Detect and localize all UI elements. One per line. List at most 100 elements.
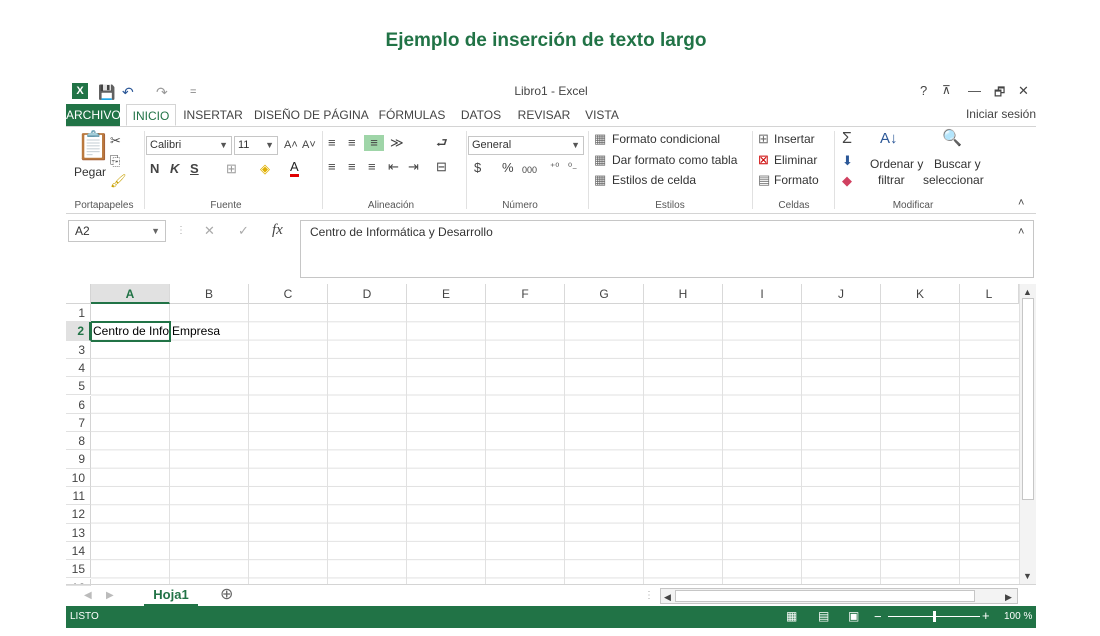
zoom-in-icon[interactable]: + <box>982 608 990 623</box>
cell-b2[interactable]: Empresa <box>172 322 248 340</box>
sign-in-link[interactable]: Iniciar sesión <box>966 107 1036 121</box>
zoom-out-icon[interactable]: − <box>874 609 882 624</box>
currency-button[interactable]: $ <box>474 160 481 176</box>
grow-font-icon[interactable]: A˄ <box>284 137 298 153</box>
row-header-1[interactable]: 1 <box>66 304 91 323</box>
decrease-decimal-icon[interactable]: ⁰₋ <box>568 160 577 176</box>
align-center-icon[interactable]: ≡ <box>348 159 356 175</box>
scroll-down-icon[interactable]: ▼ <box>1023 568 1032 584</box>
percent-button[interactable]: % <box>502 160 514 176</box>
font-color-icon[interactable]: A <box>290 160 299 177</box>
column-header-l[interactable]: L <box>960 284 1019 304</box>
tab-inicio[interactable]: INICIO <box>126 104 176 126</box>
name-box[interactable]: A2 ▼ <box>68 220 166 242</box>
cell-area[interactable]: Centro de Informática y Desarrollo Empre… <box>91 304 1019 584</box>
row-header-15[interactable]: 15 <box>66 560 91 579</box>
increase-decimal-icon[interactable]: ⁺⁰ <box>550 160 559 176</box>
shrink-font-icon[interactable]: A˅ <box>302 137 316 153</box>
wrap-text-icon[interactable]: ⮐ <box>436 135 448 151</box>
page-break-icon[interactable]: ▣ <box>848 609 859 623</box>
tab-diseno-pagina[interactable]: DISEÑO DE PÁGINA <box>254 104 369 126</box>
row-header-13[interactable]: 13 <box>66 523 91 542</box>
close-icon[interactable]: ✕ <box>1018 83 1029 99</box>
row-header-8[interactable]: 8 <box>66 432 91 451</box>
scroll-right-icon[interactable]: ▶ <box>1005 589 1012 605</box>
insert-cells-button[interactable]: Insertar <box>774 132 815 146</box>
column-header-g[interactable]: G <box>565 284 644 304</box>
tab-insertar[interactable]: INSERTAR <box>182 104 244 126</box>
h-scroll-thumb[interactable] <box>675 590 975 602</box>
sort-filter-line1[interactable]: Ordenar y <box>870 157 923 171</box>
thousands-button[interactable]: 000 <box>522 162 537 178</box>
tab-formulas[interactable]: FÓRMULAS <box>378 104 446 126</box>
align-left-icon[interactable]: ≡ <box>328 159 336 175</box>
tab-vista[interactable]: VISTA <box>582 104 622 126</box>
vertical-scrollbar[interactable]: ▲ ▼ <box>1019 284 1036 584</box>
number-format-combo[interactable]: General ▼ <box>468 136 584 155</box>
tab-revisar[interactable]: REVISAR <box>516 104 572 126</box>
formula-input[interactable]: Centro de Informática y Desarrollo <box>300 220 1034 278</box>
format-painter-icon[interactable]: 🖌 <box>110 173 127 189</box>
column-header-d[interactable]: D <box>328 284 407 304</box>
find-select-line2[interactable]: seleccionar <box>923 173 984 187</box>
align-right-icon[interactable]: ≡ <box>368 159 376 175</box>
row-header-11[interactable]: 11 <box>66 487 91 506</box>
help-icon[interactable]: ? <box>920 83 927 98</box>
copy-icon[interactable]: ⎘ <box>110 153 120 169</box>
zoom-slider-thumb[interactable] <box>933 611 936 622</box>
tab-datos[interactable]: DATOS <box>458 104 504 126</box>
horizontal-scrollbar[interactable]: ◀ ▶ <box>660 588 1018 604</box>
expand-formula-icon[interactable]: ˄ <box>1018 224 1024 240</box>
paste-icon[interactable]: 📋 <box>76 131 111 161</box>
row-header-7[interactable]: 7 <box>66 413 91 433</box>
page-layout-icon[interactable]: ▤ <box>818 609 829 623</box>
fill-icon[interactable]: ⬇ <box>842 153 853 169</box>
scroll-left-icon[interactable]: ◀ <box>664 589 671 605</box>
column-header-h[interactable]: H <box>644 284 723 304</box>
scroll-thumb[interactable] <box>1022 298 1034 500</box>
format-cells-button[interactable]: Formato <box>774 173 819 187</box>
delete-cells-button[interactable]: Eliminar <box>774 153 817 167</box>
row-header-14[interactable]: 14 <box>66 541 91 561</box>
row-header-3[interactable]: 3 <box>66 340 91 359</box>
enter-icon[interactable]: ✓ <box>238 223 249 239</box>
autosum-icon[interactable]: Σ <box>842 131 852 147</box>
tab-archivo[interactable]: ARCHIVO <box>66 104 121 126</box>
add-sheet-icon[interactable]: ⊕ <box>220 587 233 603</box>
column-header-e[interactable]: E <box>407 284 486 304</box>
row-header-5[interactable]: 5 <box>66 377 91 396</box>
ribbon-display-icon[interactable]: ⊼ <box>942 83 951 97</box>
next-sheet-icon[interactable]: ▶ <box>106 588 114 604</box>
minimize-icon[interactable]: — <box>968 83 981 98</box>
cell-styles-button[interactable]: Estilos de celda <box>612 173 696 187</box>
sort-filter-line2[interactable]: filtrar <box>878 173 905 187</box>
fill-color-icon[interactable]: ◈ <box>260 161 270 177</box>
prev-sheet-icon[interactable]: ◀ <box>84 588 92 604</box>
merge-center-icon[interactable]: ⊟ <box>436 159 447 175</box>
conditional-format-button[interactable]: Formato condicional <box>612 132 720 146</box>
column-header-i[interactable]: I <box>723 284 802 304</box>
normal-view-icon[interactable]: ▦ <box>786 609 797 623</box>
borders-icon[interactable]: ⊞ <box>226 161 237 177</box>
column-header-a[interactable]: A <box>91 284 170 304</box>
collapse-ribbon-icon[interactable]: ˄ <box>1018 195 1024 211</box>
select-all-corner[interactable] <box>66 284 91 304</box>
restore-icon[interactable]: 🗗 <box>994 83 1005 104</box>
clear-icon[interactable]: ◆ <box>842 173 852 189</box>
column-header-c[interactable]: C <box>249 284 328 304</box>
orientation-icon[interactable]: ≫ <box>390 135 404 151</box>
row-header-2[interactable]: 2 <box>66 322 91 341</box>
row-header-12[interactable]: 12 <box>66 505 91 524</box>
column-header-b[interactable]: B <box>170 284 249 304</box>
align-top-icon[interactable]: ≡ <box>328 135 336 151</box>
format-as-table-button[interactable]: Dar formato como tabla <box>612 153 737 167</box>
column-header-j[interactable]: J <box>802 284 881 304</box>
increase-indent-icon[interactable]: ⇥ <box>408 159 419 175</box>
find-select-line1[interactable]: Buscar y <box>934 157 981 171</box>
tab-split-grip[interactable]: ⋮ <box>644 588 654 604</box>
align-bottom-icon[interactable]: ≡ <box>364 135 384 151</box>
column-header-k[interactable]: K <box>881 284 960 304</box>
paste-button[interactable]: Pegar <box>74 165 106 179</box>
italic-button[interactable]: K <box>170 161 179 177</box>
cancel-icon[interactable]: ✕ <box>204 223 215 239</box>
